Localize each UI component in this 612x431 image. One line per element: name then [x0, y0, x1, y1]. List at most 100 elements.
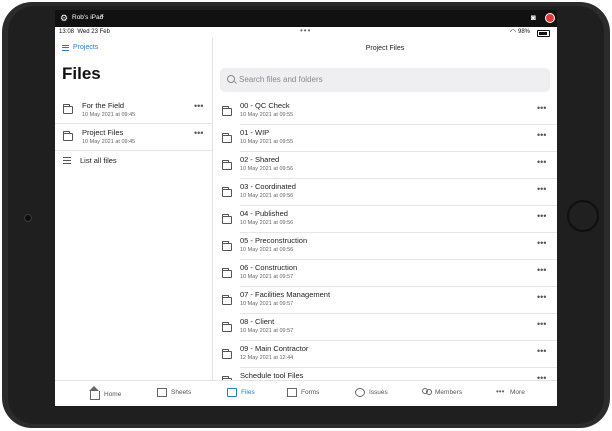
folder-date: 10 May 2021 at 09:57	[240, 328, 294, 334]
folder-date: 10 May 2021 at 09:55	[240, 112, 294, 118]
more-options-icon[interactable]: •••	[537, 292, 546, 302]
tab-members[interactable]: Members	[421, 388, 462, 397]
more-icon: •••	[496, 387, 505, 396]
list-all-files-label: List all files	[80, 156, 117, 165]
multitasking-dots-icon[interactable]: •••	[300, 26, 311, 35]
projects-back-link[interactable]: Projects	[62, 44, 98, 51]
folder-row[interactable]: 02 - Shared 10 May 2021 at 09:56 •••	[213, 152, 557, 179]
tab-more[interactable]: ••• More	[496, 388, 525, 397]
folder-row[interactable]: 00 - QC Check 10 May 2021 at 09:55 •••	[213, 98, 557, 125]
folder-row[interactable]: 01 - WIP 10 May 2021 at 09:55 •••	[213, 125, 557, 152]
home-icon	[89, 386, 100, 400]
folder-row[interactable]: 09 - Main Contractor 12 May 2021 at 12:44…	[213, 341, 557, 368]
folder-row[interactable]: 06 - Construction 10 May 2021 at 09:57 •••	[213, 260, 557, 287]
folder-icon	[63, 104, 73, 114]
folder-row[interactable]: 05 - Preconstruction 10 May 2021 at 09:56…	[213, 233, 557, 260]
folder-icon	[222, 295, 232, 305]
more-options-icon[interactable]: •••	[537, 319, 546, 329]
list-icon	[63, 157, 71, 164]
folder-row[interactable]: Schedule tool Files •••	[213, 368, 557, 380]
tab-home[interactable]: Home	[89, 386, 122, 400]
projects-link-label: Projects	[73, 44, 99, 51]
search-icon	[227, 75, 235, 83]
issues-icon	[355, 388, 365, 397]
screen-recording-bar: ⚙ Rob's iPad × ◙	[55, 10, 557, 27]
tab-label: Issues	[369, 389, 388, 396]
more-options-icon[interactable]: •••	[537, 103, 546, 113]
folder-date: 12 May 2021 at 12:44	[240, 355, 294, 361]
camera-icon[interactable]: ◙	[531, 13, 540, 22]
wifi-icon: ◠	[510, 29, 517, 36]
folder-name: 05 - Preconstruction	[240, 236, 308, 245]
folder-date: 10 May 2021 at 09:56	[240, 247, 294, 253]
members-icon	[421, 388, 432, 397]
tab-label: Forms	[301, 389, 320, 396]
tab-files[interactable]: Files	[227, 388, 255, 397]
item-date: 10 May 2021 at 09:45	[82, 112, 136, 118]
battery-percent: 98%	[518, 29, 531, 35]
tab-label: Home	[104, 390, 122, 398]
sidebar-title: Files	[62, 64, 101, 83]
battery-icon	[537, 30, 550, 37]
more-options-icon[interactable]: •••	[537, 157, 546, 167]
folder-icon	[222, 133, 232, 143]
device-name: Rob's iPad	[72, 14, 104, 21]
folder-name: 03 - Coordinated	[240, 182, 296, 191]
folder-row[interactable]: 04 - Published 10 May 2021 at 09:56 •••	[213, 206, 557, 233]
main-panel: Project Files Search files and folders 0…	[213, 38, 557, 380]
tab-sheets[interactable]: Sheets	[157, 388, 191, 397]
folder-name: 07 - Facilities Management	[240, 290, 331, 299]
forms-icon	[287, 388, 297, 397]
status-bar: 13:08 Wed 23 Feb ••• ◠ 98%	[55, 26, 557, 38]
app-screen: ⚙ Rob's iPad × ◙ 13:08 Wed 23 Feb ••• ◠ …	[55, 10, 557, 406]
folder-row[interactable]: 08 - Client 10 May 2021 at 09:57 •••	[213, 314, 557, 341]
search-input[interactable]: Search files and folders	[220, 68, 550, 92]
folder-icon	[222, 349, 232, 359]
more-options-icon[interactable]: •••	[537, 238, 546, 248]
folder-date: 10 May 2021 at 09:56	[240, 166, 294, 172]
folder-name: 01 - WIP	[240, 128, 270, 137]
folder-date: 10 May 2021 at 09:56	[240, 193, 294, 199]
folder-name: 08 - Client	[240, 317, 275, 326]
more-options-icon[interactable]: •••	[537, 373, 546, 380]
folder-icon	[222, 214, 232, 224]
record-icon[interactable]	[545, 13, 555, 23]
folder-icon	[63, 131, 73, 141]
more-options-icon[interactable]: •••	[537, 184, 546, 194]
tab-label: Members	[435, 389, 463, 396]
home-hardware-button[interactable]	[567, 200, 599, 232]
more-options-icon[interactable]: •••	[537, 265, 546, 275]
page-title: Project Files	[365, 45, 405, 52]
folder-icon	[222, 106, 232, 116]
item-name: For the Field	[82, 101, 125, 110]
folder-date: 10 May 2021 at 09:56	[240, 220, 294, 226]
gear-icon[interactable]: ⚙	[60, 13, 70, 23]
folder-row[interactable]: 07 - Facilities Management 10 May 2021 at…	[213, 287, 557, 314]
more-options-icon[interactable]: •••	[194, 101, 203, 111]
tab-label: Files	[241, 389, 255, 396]
sheets-icon	[157, 388, 167, 397]
more-options-icon[interactable]: •••	[537, 211, 546, 221]
tab-issues[interactable]: Issues	[355, 388, 388, 397]
folder-row[interactable]: 03 - Coordinated 10 May 2021 at 09:56 •••	[213, 179, 557, 206]
files-icon	[227, 388, 237, 397]
tab-label: Sheets	[171, 389, 192, 396]
folder-icon	[222, 241, 232, 251]
tab-forms[interactable]: Forms	[287, 388, 319, 397]
folder-icon	[222, 187, 232, 197]
item-date: 10 May 2021 at 09:45	[82, 139, 136, 145]
sidebar: Projects Files For the Field 10 May 2021…	[55, 38, 213, 380]
more-options-icon[interactable]: •••	[537, 346, 546, 356]
list-icon	[62, 44, 69, 51]
status-date: Wed 23 Feb	[77, 29, 110, 35]
folder-icon	[222, 160, 232, 170]
more-options-icon[interactable]: •••	[194, 128, 203, 138]
list-all-files-button[interactable]: List all files	[55, 154, 212, 168]
folder-name: 00 - QC Check	[240, 101, 290, 110]
sidebar-item-for-the-field[interactable]: For the Field 10 May 2021 at 09:45 •••	[55, 98, 212, 124]
close-icon[interactable]: ×	[100, 13, 104, 20]
more-options-icon[interactable]: •••	[537, 130, 546, 140]
status-time: 13:08	[59, 29, 75, 35]
sidebar-item-project-files[interactable]: Project Files 10 May 2021 at 09:45 •••	[55, 125, 212, 151]
folder-date: 10 May 2021 at 09:55	[240, 139, 294, 145]
